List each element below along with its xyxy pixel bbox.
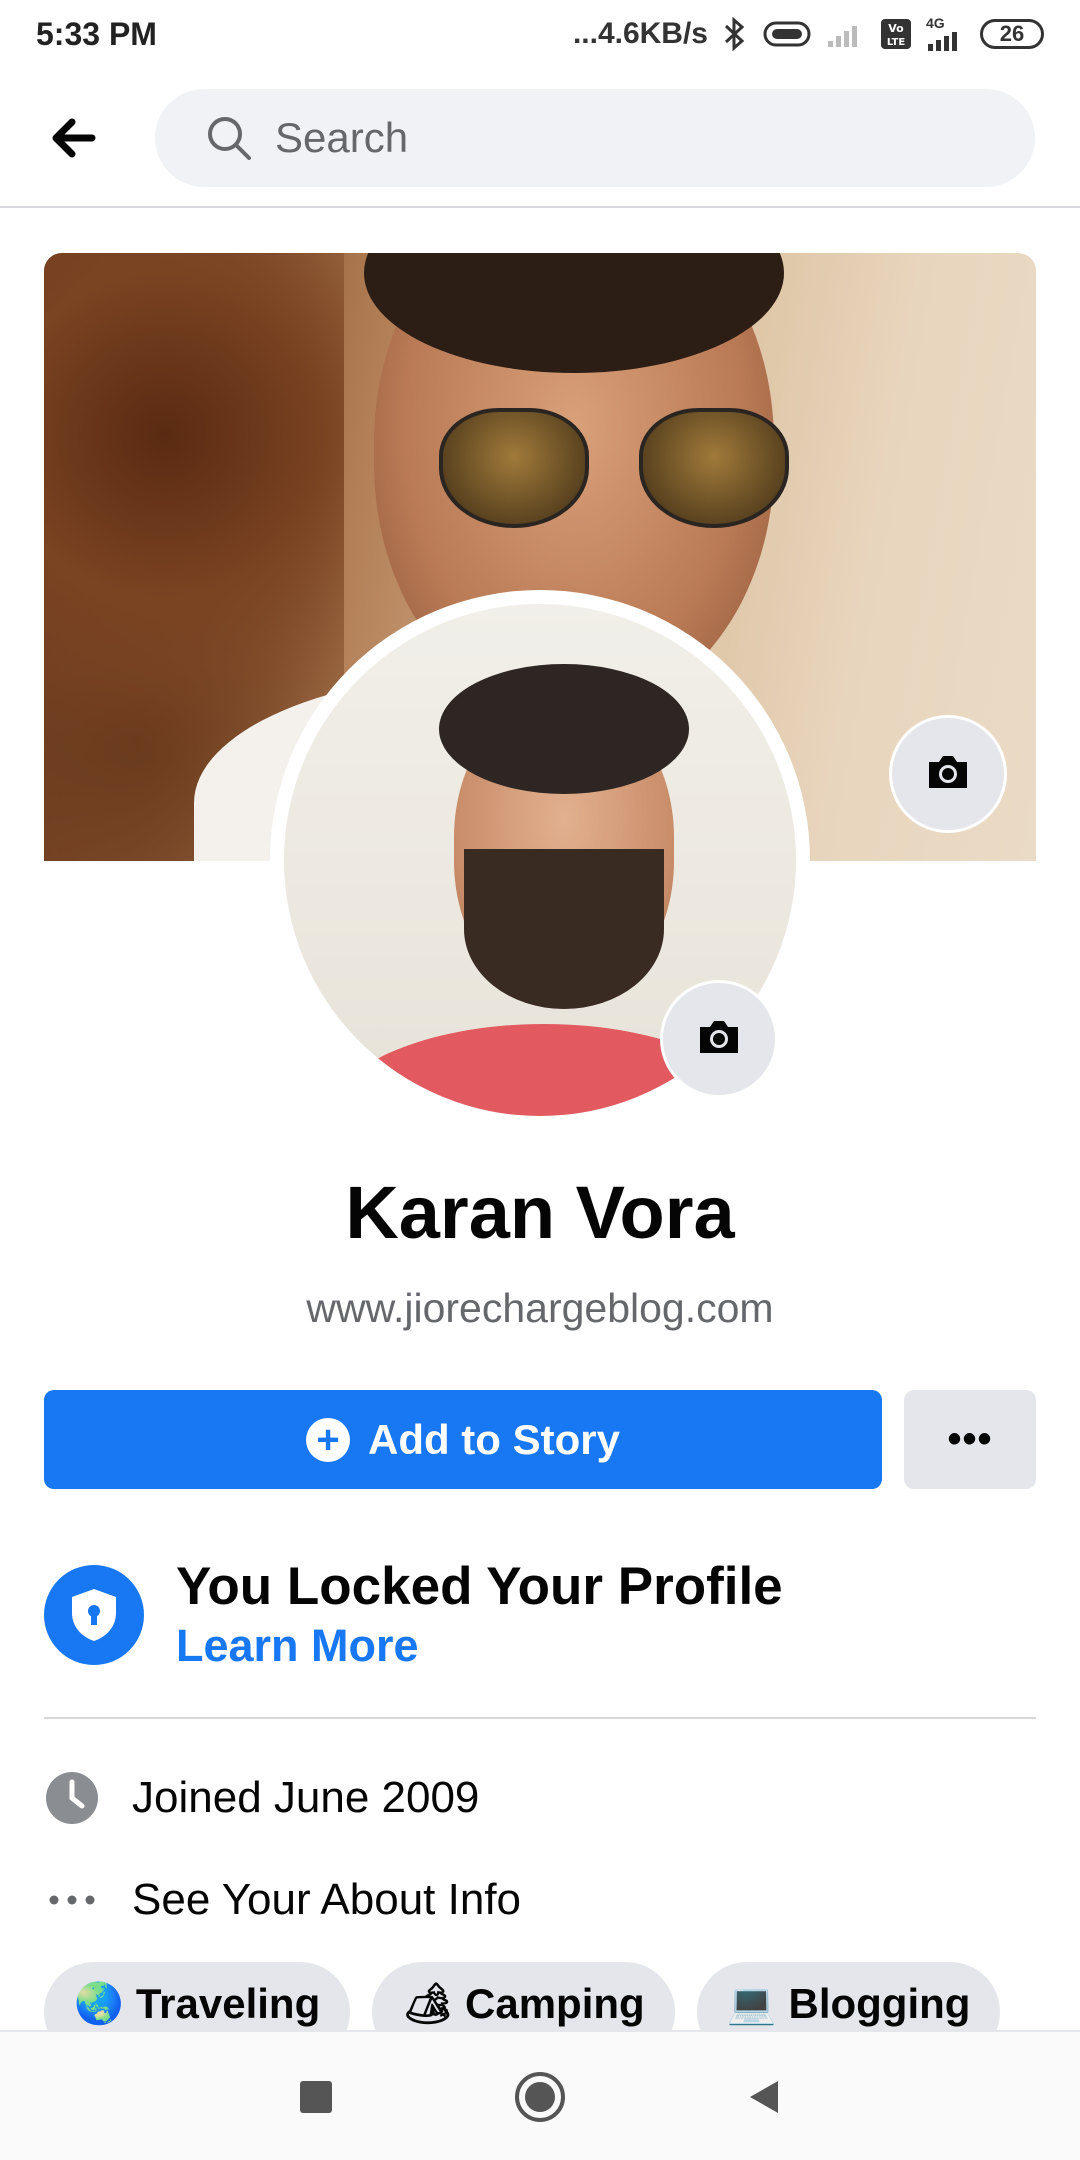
app-bar: [0, 68, 1080, 208]
hobbies-list: 🌏 Traveling 🏕 Camping 💻 Blogging: [44, 1962, 1080, 2032]
search-bar[interactable]: [155, 89, 1035, 187]
camera-icon: [925, 752, 971, 797]
camera-icon: [696, 1017, 742, 1062]
more-options-button[interactable]: •••: [904, 1390, 1036, 1489]
about-info-row[interactable]: See Your About Info: [44, 1872, 521, 1928]
status-icons: ...4.6KB/s Vo LTE 4G 26: [573, 16, 1044, 52]
signal-4g-icon: 4G: [926, 16, 966, 52]
hobby-label: Camping: [465, 1980, 645, 2027]
svg-text:LTE: LTE: [887, 37, 906, 48]
profile-bio[interactable]: www.jiorechargeblog.com: [0, 1285, 1080, 1332]
add-to-story-button[interactable]: + Add to Story: [44, 1390, 882, 1489]
more-dots-icon: •••: [947, 1417, 993, 1461]
lock-shield-icon: [44, 1565, 144, 1665]
network-speed: ...4.6KB/s: [572, 17, 708, 50]
edit-profile-picture-button[interactable]: [660, 980, 778, 1098]
bluetooth-icon: [722, 17, 748, 51]
hobby-chip-camping[interactable]: 🏕 Camping: [372, 1962, 675, 2032]
home-icon[interactable]: [510, 2067, 570, 2127]
vibrate-icon: [762, 19, 812, 49]
about-info-text[interactable]: See Your About Info: [132, 1875, 521, 1925]
edit-cover-button[interactable]: [889, 715, 1007, 833]
profile-name: Karan Vora: [345, 1171, 735, 1254]
lock-notice-title: You Locked Your Profile: [176, 1557, 783, 1616]
status-bar: 5:33 PM ...4.6KB/s Vo LTE 4G 26: [0, 0, 1080, 68]
system-nav-bar: [0, 2030, 1080, 2160]
hobby-chip-blogging[interactable]: 💻 Blogging: [696, 1962, 1001, 2032]
hobby-chip-traveling[interactable]: 🌏 Traveling: [44, 1962, 351, 2032]
clock-icon: [44, 1770, 100, 1826]
camping-icon: 🏕: [402, 1982, 453, 2026]
more-dots-icon: [44, 1872, 100, 1928]
signal-weak-icon: [826, 19, 866, 49]
volte-icon: Vo LTE: [880, 18, 912, 50]
globe-icon: 🌏: [74, 1982, 124, 2026]
joined-text: Joined June 2009: [132, 1773, 480, 1822]
search-icon: [205, 114, 253, 162]
battery-indicator: 26: [980, 19, 1044, 49]
search-input[interactable]: [275, 114, 875, 162]
hobby-label: Traveling: [135, 1980, 321, 2027]
recent-apps-icon[interactable]: [286, 2067, 346, 2127]
laptop-icon: 💻: [726, 1982, 777, 2026]
back-arrow-icon[interactable]: [44, 114, 104, 162]
learn-more-link[interactable]: Learn More: [176, 1620, 419, 1672]
network-type: 4G: [926, 15, 945, 31]
add-to-story-label: Add to Story: [368, 1415, 620, 1463]
svg-text:Vo: Vo: [888, 22, 904, 35]
divider: [44, 1717, 1036, 1719]
back-triangle-icon[interactable]: [734, 2067, 794, 2127]
plus-icon: +: [306, 1417, 350, 1462]
status-time: 5:33 PM: [36, 15, 157, 52]
joined-info-row: Joined June 2009: [44, 1770, 479, 1826]
hobby-label: Blogging: [788, 1980, 971, 2027]
